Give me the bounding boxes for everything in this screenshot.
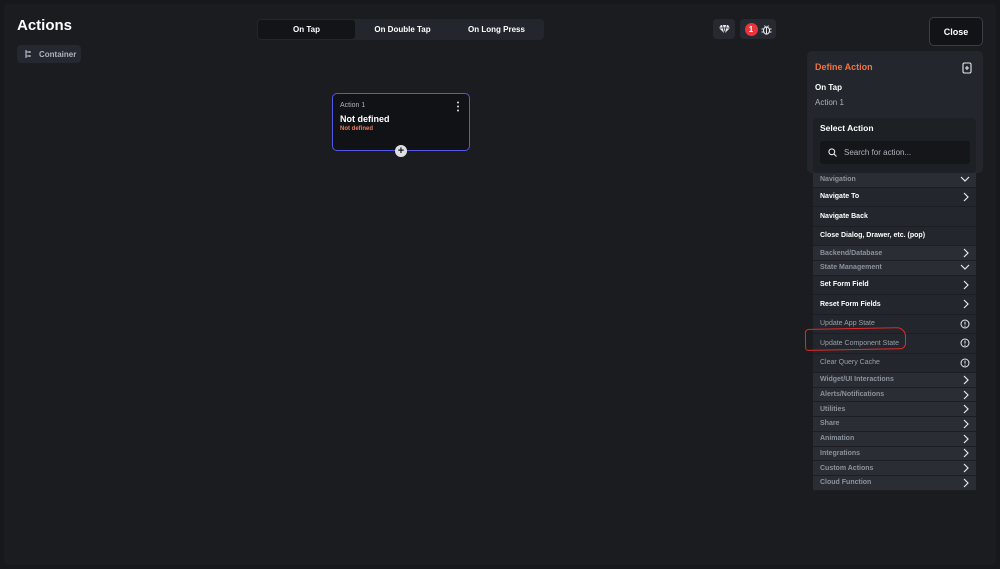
action-item[interactable]: Reset Form Fields [813, 295, 976, 315]
action-category[interactable]: Cloud Function [813, 475, 976, 491]
action-category[interactable]: Share [813, 417, 976, 432]
page-title: Actions [17, 17, 73, 34]
chevron-right-icon [963, 248, 970, 258]
action-category[interactable]: Widget/UI Interactions [813, 373, 976, 388]
chevron-right-icon [963, 390, 970, 400]
action-category[interactable]: Custom Actions [813, 461, 976, 476]
action-category[interactable]: State Management [813, 260, 976, 276]
action-node-title: Not defined [340, 114, 390, 124]
action-row-label: Custom Actions [820, 464, 874, 472]
action-row-label: Clear Query Cache [820, 359, 880, 367]
action-row-label: Integrations [820, 449, 861, 457]
tab-on-long-press[interactable]: On Long Press [450, 20, 543, 39]
action-node-status: Not defined [340, 126, 373, 132]
trigger-name: On Tap [815, 83, 842, 92]
action-row-label: Alerts/Notifications [820, 391, 885, 399]
action-item[interactable]: Clear Query Cache [813, 354, 976, 374]
action-item[interactable]: Update App State [813, 315, 976, 335]
action-category[interactable]: Integrations [813, 446, 976, 462]
chevron-right-icon [963, 375, 970, 385]
action-category[interactable]: Utilities [813, 402, 976, 418]
action-search[interactable] [820, 141, 970, 164]
chevron-down-icon [960, 264, 970, 271]
action-node-label: Action 1 [340, 102, 366, 109]
action-row-label: Set Form Field [820, 281, 869, 289]
action-row-label: Widget/UI Interactions [820, 376, 894, 384]
action-name: Action 1 [815, 98, 844, 107]
tab-on-double-tap[interactable]: On Double Tap [355, 20, 450, 39]
action-row-label: State Management [820, 264, 882, 272]
action-item[interactable]: Update Component State [813, 334, 976, 354]
action-row-label: Backend/Database [820, 249, 883, 257]
action-row-label: Navigate To [820, 193, 860, 201]
action-item[interactable]: Navigate Back [813, 207, 976, 227]
info-icon [960, 319, 970, 329]
info-icon [960, 338, 970, 348]
chevron-right-icon [963, 478, 970, 488]
action-item[interactable]: Close Dialog, Drawer, etc. (pop) [813, 227, 976, 247]
widget-chip[interactable]: Container [17, 45, 81, 63]
bug-icon [761, 24, 771, 35]
select-action-panel: Select Action [813, 118, 976, 173]
action-item[interactable]: Set Form Field [813, 276, 976, 296]
trigger-tabs: On Tap On Double Tap On Long Press [257, 19, 544, 40]
add-action-button[interactable]: + [395, 145, 407, 157]
define-action-title: Define Action [815, 62, 873, 72]
action-list: Navigation Navigate To Navigate Back Close … [813, 173, 976, 491]
chevron-down-icon [960, 176, 970, 183]
action-row-label: Navigate Back [820, 212, 868, 220]
action-row-label: Close Dialog, Drawer, etc. (pop) [820, 232, 926, 240]
chevron-right-icon [963, 419, 970, 429]
action-row-label: Navigation [820, 176, 856, 184]
tab-on-tap[interactable]: On Tap [258, 20, 355, 39]
chevron-right-icon [963, 448, 970, 458]
chevron-right-icon [963, 404, 970, 414]
action-row-label: Utilities [820, 405, 846, 413]
issues-button[interactable]: 1 [740, 19, 776, 39]
widget-chip-label: Container [39, 49, 77, 59]
action-row-label: Animation [820, 435, 855, 443]
action-category[interactable]: Animation [813, 431, 976, 447]
action-row-label: Update Component State [820, 339, 899, 347]
select-action-title: Select Action [820, 123, 874, 133]
action-category[interactable]: Backend/Database [813, 246, 976, 261]
chevron-right-icon [963, 299, 970, 309]
search-icon [828, 148, 837, 157]
chevron-right-icon [963, 192, 970, 202]
action-row-label: Update App State [820, 320, 875, 328]
action-category[interactable]: Alerts/Notifications [813, 387, 976, 403]
action-category[interactable]: Navigation [813, 173, 976, 188]
add-document-icon[interactable] [962, 62, 973, 74]
widget-tree-icon [25, 50, 31, 58]
search-input[interactable] [844, 148, 964, 157]
action-node[interactable]: Action 1 Not defined Not defined [332, 93, 470, 151]
action-item[interactable]: Navigate To [813, 188, 976, 208]
issue-count-badge: 1 [744, 22, 758, 36]
chevron-right-icon [963, 463, 970, 473]
action-row-label: Cloud Function [820, 479, 872, 487]
chevron-right-icon [963, 280, 970, 290]
info-icon [960, 358, 970, 368]
gem-button[interactable] [713, 19, 735, 39]
more-vertical-icon[interactable] [456, 101, 460, 112]
gem-icon [718, 24, 730, 34]
action-row-label: Reset Form Fields [820, 300, 881, 308]
chevron-right-icon [963, 434, 970, 444]
close-button[interactable]: Close [929, 17, 983, 46]
action-row-label: Share [820, 420, 840, 428]
